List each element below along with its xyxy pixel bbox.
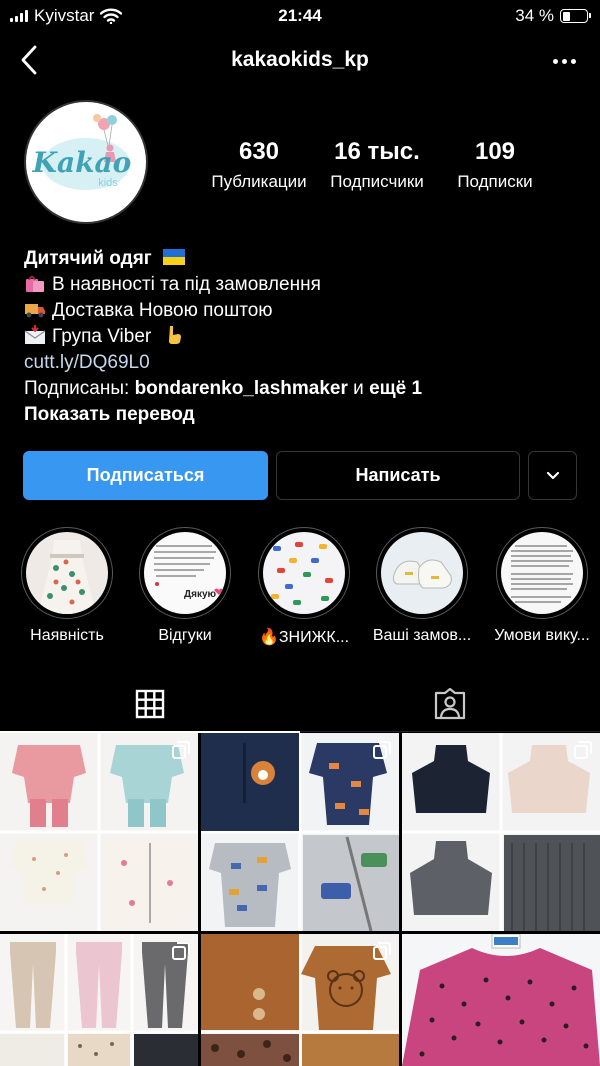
dot-icon (562, 58, 567, 64)
highlight-item[interactable]: Умови вику... (487, 527, 597, 645)
posts-count: 630 (238, 138, 280, 165)
post-image-leggings (0, 934, 198, 1066)
bio-line-delivery: Доставка Новою поштою (52, 300, 273, 321)
profile-avatar[interactable]: Kakao kids (24, 100, 148, 224)
highlight-cover-ring: Дякую (139, 527, 231, 619)
followed-by-prefix: Подписаны: (24, 378, 130, 399)
bio-line-viber: Група Viber (52, 326, 152, 347)
highlight-cover-shirt (263, 532, 345, 614)
ukraine-flag-icon (162, 249, 185, 265)
clock: 21:44 (278, 6, 322, 25)
highlight-cover-ring (21, 527, 113, 619)
tab-posts-grid[interactable] (0, 676, 300, 733)
following-label: Подписки (457, 172, 533, 191)
followed-by-and: и (353, 378, 364, 399)
following-stat[interactable]: 109 Подписки (436, 138, 554, 192)
highlight-cover-dress (26, 532, 108, 614)
multiple-photos-icon (373, 942, 391, 960)
message-button[interactable]: Написать (276, 451, 520, 500)
bio-link[interactable]: cutt.ly/DQ69L0 (24, 350, 584, 376)
truck-icon (25, 304, 45, 318)
follow-button[interactable]: Подписаться (23, 451, 268, 500)
followed-by-user: bondarenko_lashmaker (134, 378, 348, 399)
highlight-cover-ring (376, 527, 468, 619)
kakao-logo: Kakao kids (32, 114, 132, 190)
dot-icon (571, 58, 576, 64)
profile-username: kakaokids_kp (231, 48, 369, 71)
post-thumbnail[interactable] (201, 934, 399, 1066)
post-image-neck-warmers (402, 733, 600, 931)
tab-tagged[interactable] (300, 676, 600, 732)
post-image-navy-fleece (201, 733, 399, 931)
post-thumbnail[interactable] (0, 733, 198, 931)
highlight-item[interactable]: Ваші замов... (367, 527, 477, 645)
followed-by-more: ещё 1 (369, 378, 423, 399)
tagged-person-icon (434, 688, 466, 720)
post-thumbnail[interactable] (402, 733, 600, 931)
highlight-label: Наявність (30, 627, 104, 644)
highlight-sticker-text: Дякую (184, 589, 217, 600)
followers-stat[interactable]: 16 тыс. Подписчики (318, 138, 436, 192)
multiple-photos-icon (373, 741, 391, 759)
status-bar: Kyivstar 21:44 34 % (0, 0, 600, 30)
post-thumbnail[interactable] (201, 733, 399, 931)
highlight-label: Ваші замов... (372, 627, 472, 644)
profile-nav-bar: kakaokids_kp (0, 38, 600, 84)
followers-count: 16 тыс. (334, 138, 420, 165)
post-image-pink-top (402, 934, 600, 1066)
grid-icon (135, 689, 165, 718)
battery-group: 34 % (515, 6, 591, 26)
post-thumbnail[interactable] (402, 934, 600, 1066)
bio-line-availability: В наявності та під замовлення (52, 274, 321, 295)
story-highlights: Наявність Дякую Відгуки 🔥ЗНИЖК... Ваші з… (0, 527, 600, 647)
followed-by[interactable]: Подписаны: bondarenko_lashmaker и ещё 1 (24, 376, 584, 402)
logo-text: Kakao (32, 146, 132, 179)
post-image-brown-sweaters (201, 934, 399, 1066)
profile-bio: Дитячий одяг В наявності та під замовлен… (24, 246, 584, 428)
posts-stat[interactable]: 630 Публикации (200, 138, 318, 192)
profile-stats: 630 Публикации 16 тыс. Подписчики 109 По… (200, 138, 560, 192)
highlight-label: Відгуки (158, 627, 212, 644)
pointing-down-icon (168, 326, 181, 344)
suggested-accounts-button[interactable] (528, 451, 577, 500)
highlight-cover-ring (496, 527, 588, 619)
envelope-icon (24, 325, 46, 344)
chevron-down-icon (546, 471, 559, 480)
following-count: 109 (474, 138, 516, 165)
battery-percent: 34 % (515, 6, 554, 25)
show-translation-link[interactable]: Показать перевод (24, 402, 584, 428)
highlight-cover-ring (258, 527, 350, 619)
multiple-photos-icon (172, 942, 190, 960)
dot-icon (553, 58, 558, 64)
more-options-button[interactable] (553, 48, 576, 74)
highlight-cover-review: Дякую (144, 532, 226, 614)
highlight-cover-terms (501, 532, 583, 614)
posts-label: Публикации (211, 172, 307, 191)
logo-subtext: kids (98, 177, 118, 189)
highlight-item[interactable]: Дякую Відгуки (130, 527, 240, 645)
shopping-bags-icon (26, 275, 44, 292)
highlight-cover-shoes (381, 532, 463, 614)
highlight-item[interactable]: 🔥ЗНИЖК... (249, 527, 359, 647)
multiple-photos-icon (172, 741, 190, 759)
followers-label: Подписчики (330, 172, 424, 191)
post-thumbnail[interactable] (0, 934, 198, 1066)
profile-tabs (0, 676, 600, 733)
post-image-fleece-sets (0, 733, 198, 931)
multiple-photos-icon (574, 741, 592, 759)
profile-name: Дитячий одяг (24, 248, 152, 269)
highlight-item[interactable]: Наявність (12, 527, 122, 645)
highlight-label: Умови вику... (494, 627, 590, 644)
highlight-label: 🔥ЗНИЖК... (258, 629, 350, 646)
battery-icon (560, 9, 591, 23)
